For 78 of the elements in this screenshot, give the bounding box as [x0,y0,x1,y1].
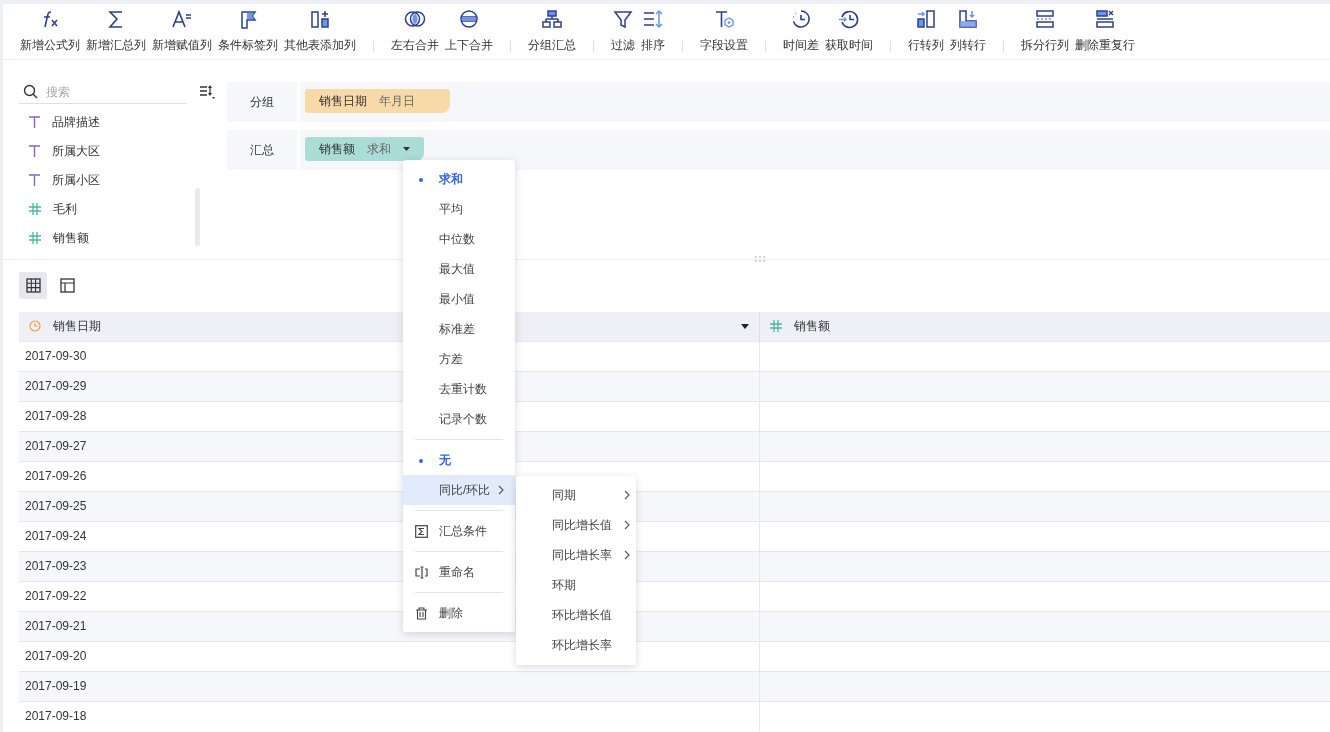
layout-table-icon [59,278,75,293]
menu-item[interactable]: 方差 [403,344,515,374]
search-field[interactable]: 搜索 [44,81,174,102]
split-rows-icon [1034,8,1056,30]
toolbar-button[interactable]: 其他表添加列 [281,4,359,54]
clock-icon [29,320,41,333]
toolbar-button[interactable]: 拆分行列 [1018,4,1072,54]
menu-item[interactable]: 中位数 [403,224,515,254]
caret-icon[interactable] [740,323,749,329]
toolbar-button[interactable]: 新增赋值列 [149,4,215,54]
toolbar-button[interactable]: 行转列 [905,4,947,54]
menu-item[interactable]: 最大值 [403,254,515,284]
field-item[interactable]: 品牌描述 [19,107,215,136]
menu-item[interactable]: 标准差 [403,314,515,344]
view-toggle[interactable] [19,272,47,299]
clock-arrow-icon [838,8,860,30]
toolbar-button[interactable]: 时间差 [780,4,822,54]
field-item[interactable]: 所属大区 [19,136,215,165]
row-to-column-icon [915,8,937,30]
sort-menu-icon[interactable] [199,84,215,100]
toolbar-button[interactable]: 分组汇总 [525,4,579,54]
menu-item[interactable]: 最小值 [403,284,515,314]
bullet-icon [419,458,423,463]
zone-label: 分组 [227,82,297,122]
sort-icon [642,8,664,30]
filter-icon [612,8,634,30]
chevron-right-icon [498,485,505,495]
menu-item[interactable]: 平均 [403,194,515,224]
toolbar-button[interactable]: 条件标签列 [215,4,281,54]
caret-icon[interactable] [403,147,410,151]
menu-item[interactable]: 求和 [403,164,515,194]
letter-lines-icon [171,8,193,30]
toolbar-button[interactable]: 获取时间 [822,4,876,54]
toolbar-button[interactable]: 删除重复行 [1072,4,1138,54]
hierarchy-icon [541,8,563,30]
column-header[interactable]: 销售额 [759,312,1330,341]
toolbar-button[interactable]: 列转行 [947,4,989,54]
rename-icon [415,566,428,580]
chevron-right-icon [624,550,630,560]
chevron-right-icon [624,490,630,500]
delete-rows-icon [1094,8,1116,30]
text-type-icon [29,115,40,128]
zone-label: 汇总 [227,130,297,170]
overlap-circles-icon [404,8,426,30]
menu-item[interactable]: 去重计数 [403,374,515,404]
text-type-icon [29,144,40,157]
toolbar-button[interactable]: 字段设置 [697,4,751,54]
column-to-row-icon [957,8,979,30]
search-icon [23,84,38,99]
field-chip[interactable]: 销售日期 年月日 [305,89,450,113]
table-cell: 2017-09-18 [19,701,759,731]
toolbar-button[interactable]: 过滤 [608,4,638,54]
text-type-icon [29,173,40,186]
stacked-circles-icon [458,8,480,30]
menu-item[interactable]: 同比/环比 [403,475,515,505]
toolbar-button[interactable]: 左右合并 [388,4,442,54]
resize-handle-icon[interactable] [755,256,767,262]
toolbar-button[interactable]: 排序 [638,4,668,54]
field-item[interactable]: 所属小区 [19,165,215,194]
clock-icon [790,8,812,30]
number-type-icon [769,320,782,333]
field-item[interactable]: 毛利 [19,194,215,223]
bullet-icon [419,177,423,182]
chevron-right-icon [624,520,630,530]
menu-item[interactable]: 记录个数 [403,404,515,434]
number-type-icon [29,231,41,244]
field-chip[interactable]: 销售额 求和 [305,137,424,161]
toolbar-button[interactable]: 新增汇总列 [83,4,149,54]
table-cell: 2017-09-19 [19,671,759,701]
number-type-icon [29,202,41,215]
field-item[interactable]: 销售额 [19,223,215,252]
grid-table-icon [25,278,41,293]
sigma-box-icon [415,525,428,539]
field-settings-icon [713,8,735,30]
toolbar-button[interactable]: 新增公式列 [17,4,83,54]
add-column-icon [309,8,331,30]
trash-icon [415,607,428,621]
toolbar-button[interactable]: 上下合并 [442,4,496,54]
